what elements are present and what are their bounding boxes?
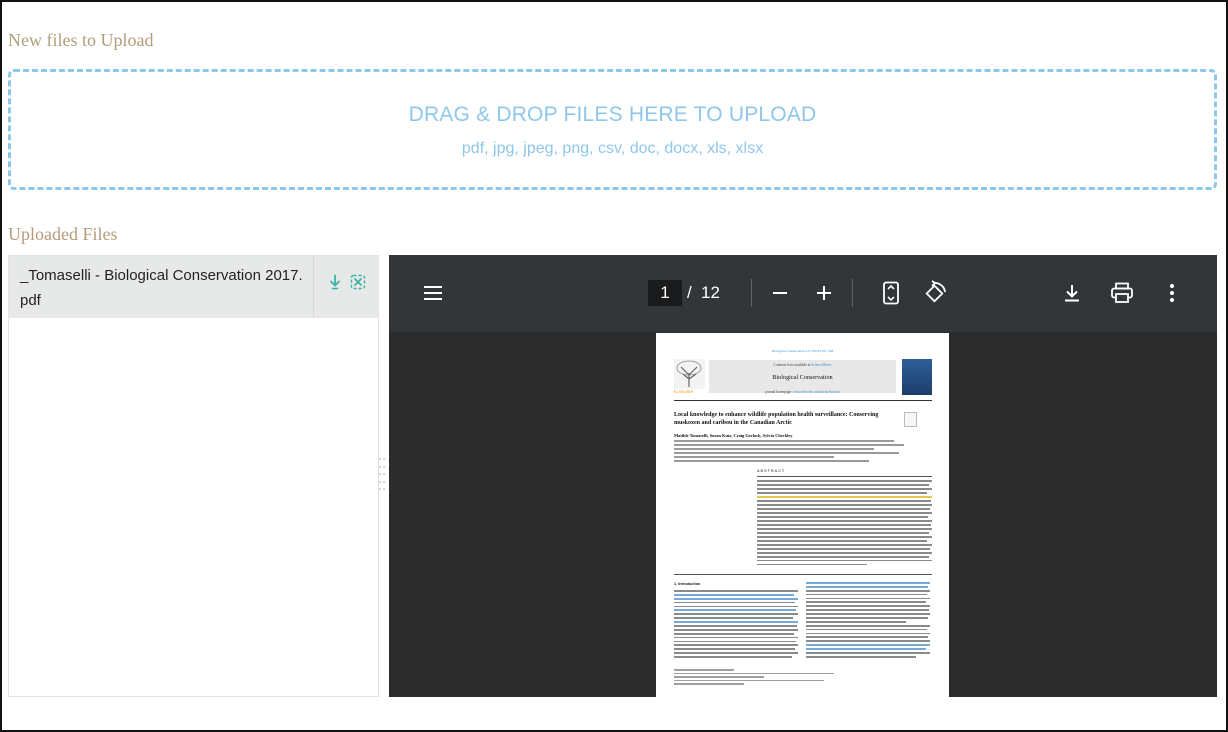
file-dropzone[interactable]: DRAG & DROP FILES HERE TO UPLOAD pdf, jp… [8,69,1217,190]
menu-icon[interactable] [417,277,449,309]
dropzone-main-text: DRAG & DROP FILES HERE TO UPLOAD [408,103,817,126]
more-icon[interactable] [1156,277,1188,309]
toolbar-divider [751,279,752,307]
uploaded-files-title: Uploaded Files [8,224,118,244]
uploaded-files-list: _Tomaselli - Biological Conservation 201… [8,255,379,697]
abstract-rule [757,476,932,477]
pdf-viewer: 1 / 12 Biological Conservation 217 (2018… [389,255,1217,697]
file-name[interactable]: _Tomaselli - Biological Conservation 201… [20,263,310,313]
panel-resize-handle[interactable] [379,458,386,494]
file-actions [313,256,378,318]
fit-page-icon[interactable] [875,277,907,309]
journal-cover-thumbnail [902,359,932,395]
journal-name: Biological Conservation [772,374,833,381]
publisher-name: ELSEVIER [674,389,694,394]
pdf-journal-ref: Biological Conservation 217 (2018) 337–3… [771,349,834,353]
download-icon[interactable] [1056,277,1088,309]
zoom-in-icon[interactable] [808,277,840,309]
affiliations-block [674,440,914,465]
zoom-out-icon[interactable] [764,277,796,309]
remove-icon[interactable] [350,274,366,290]
journal-homepage: journal homepage: www.elsevier.com/locat… [765,390,840,394]
abstract-bottom-rule [674,574,932,575]
file-row[interactable]: _Tomaselli - Biological Conservation 201… [9,256,378,318]
crossmark-icon [904,412,917,427]
article-authors: Matilde Tomaselli, Susan Kutz, Craig Ger… [674,433,793,438]
abstract-text [757,480,932,568]
dropzone-formats-text: pdf, jpg, jpeg, png, csv, doc, docx, xls… [461,140,764,157]
rotate-icon[interactable] [919,277,951,309]
body-column-left [674,590,798,660]
new-files-title: New files to Upload [8,30,154,50]
pdf-page-preview: Biological Conservation 217 (2018) 337–3… [656,333,949,697]
download-icon[interactable] [327,274,343,290]
section-heading: 1. Introduction [674,582,701,586]
article-title: Local knowledge to enhance wildlife popu… [674,412,879,426]
page-number-input[interactable]: 1 [648,280,682,306]
abstract-heading: ABSTRACT [757,469,786,473]
body-column-right [806,582,930,660]
print-icon[interactable] [1106,277,1138,309]
pdf-toolbar: 1 / 12 [389,255,1217,332]
header-rule [674,400,932,401]
page-footnotes [674,669,834,687]
page-separator: / [687,283,692,302]
page-total: 12 [701,283,720,302]
contents-line: Contents lists available at ScienceDirec… [773,363,832,367]
toolbar-divider [852,279,853,307]
